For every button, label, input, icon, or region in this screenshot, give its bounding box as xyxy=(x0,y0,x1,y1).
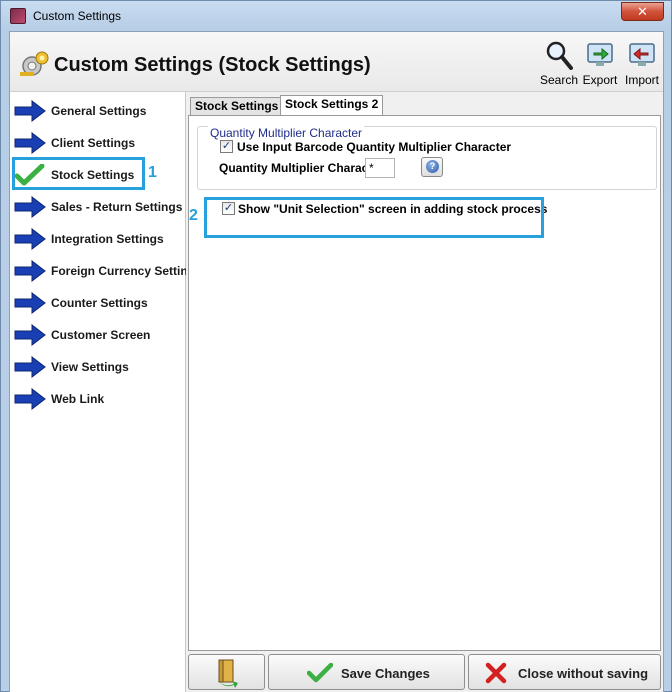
close-window-button[interactable]: ✕ xyxy=(621,2,664,21)
settings-gear-icon xyxy=(20,51,49,76)
sidebar-item-web-link[interactable]: Web Link xyxy=(10,384,186,414)
sidebar-item-general-settings[interactable]: General Settings xyxy=(10,96,186,126)
sidebar-item-counter-settings[interactable]: Counter Settings xyxy=(10,288,186,318)
arrow-icon xyxy=(14,292,46,314)
help-icon: ? xyxy=(426,160,439,173)
red-x-icon xyxy=(485,662,507,684)
exit-door-icon xyxy=(218,659,238,688)
arrow-icon xyxy=(14,260,46,282)
use-barcode-multiplier-checkbox[interactable]: ✓ xyxy=(220,140,233,153)
sidebar-item-label: Integration Settings xyxy=(51,232,164,246)
arrow-icon xyxy=(14,228,46,250)
tab-stock-settings[interactable]: Stock Settings xyxy=(190,97,284,115)
sidebar-item-client-settings[interactable]: Client Settings xyxy=(10,128,186,158)
sidebar-item-label: Counter Settings xyxy=(51,296,148,310)
monitor-import-icon xyxy=(629,43,655,66)
page-title: Custom Settings (Stock Settings) xyxy=(54,54,371,76)
search-button-label: Search xyxy=(539,73,579,87)
sidebar-item-view-settings[interactable]: View Settings xyxy=(10,352,186,382)
window-title: Custom Settings xyxy=(33,9,122,23)
close-without-saving-label: Close without saving xyxy=(518,666,649,681)
tab-panel-stock-settings-2: Quantity Multiplier Character ✓ Use Inpu… xyxy=(188,115,661,651)
annotation-number-2: 2 xyxy=(189,207,198,224)
arrow-icon xyxy=(14,196,46,218)
close-without-saving-button[interactable]: Close without saving xyxy=(468,654,661,690)
sidebar-item-label: Foreign Currency Settings xyxy=(51,264,186,278)
sidebar-item-sales-return-settings[interactable]: Sales - Return Settings xyxy=(10,192,186,222)
sidebar-item-label: Customer Screen xyxy=(51,328,151,342)
arrow-icon xyxy=(14,388,46,410)
sidebar-item-label: Sales - Return Settings xyxy=(51,200,183,214)
sidebar-item-label: View Settings xyxy=(51,360,129,374)
search-button[interactable]: Search xyxy=(539,38,579,88)
sidebar-item-label: General Settings xyxy=(51,104,147,118)
main-panel: Stock Settings Stock Settings 2 Quantity… xyxy=(188,92,663,652)
highlight-box-2 xyxy=(204,197,544,238)
qm-char-label: Quantity Multiplier Charac xyxy=(219,161,369,175)
sidebar-item-foreign-currency-settings[interactable]: Foreign Currency Settings xyxy=(10,256,186,286)
import-button[interactable]: Import xyxy=(622,38,662,88)
custom-settings-window: Custom Settings ✕ Custom Settings (Stock… xyxy=(0,0,672,692)
export-button-label: Export xyxy=(582,73,618,87)
qm-char-input[interactable]: * xyxy=(365,158,395,178)
arrow-icon xyxy=(14,100,46,122)
arrow-icon xyxy=(14,324,46,346)
arrow-icon xyxy=(14,356,46,378)
save-changes-label: Save Changes xyxy=(341,666,430,681)
save-changes-button[interactable]: Save Changes xyxy=(268,654,465,690)
sidebar-item-integration-settings[interactable]: Integration Settings xyxy=(10,224,186,254)
app-icon xyxy=(10,8,26,24)
title-bar[interactable]: Custom Settings ✕ xyxy=(1,1,671,31)
use-barcode-multiplier-label: Use Input Barcode Quantity Multiplier Ch… xyxy=(237,140,512,154)
export-button[interactable]: Export xyxy=(580,38,620,88)
header: Custom Settings (Stock Settings) Search … xyxy=(10,32,663,92)
footer-bar: Save Changes Close without saving xyxy=(188,652,663,692)
magnifier-icon xyxy=(546,41,573,70)
tab-stock-settings-2[interactable]: Stock Settings 2 xyxy=(280,95,384,116)
checkmark-icon xyxy=(307,663,333,683)
annotation-number-1: 1 xyxy=(148,164,157,181)
exit-door-button[interactable] xyxy=(188,654,265,690)
group-title: Quantity Multiplier Character xyxy=(208,126,365,140)
arrow-icon xyxy=(14,132,46,154)
sidebar-item-customer-screen[interactable]: Customer Screen xyxy=(10,320,186,350)
help-button[interactable]: ? xyxy=(421,157,443,177)
import-button-label: Import xyxy=(624,73,659,87)
highlight-box-1 xyxy=(12,157,145,190)
sidebar-item-label: Web Link xyxy=(51,392,105,406)
sidebar-item-label: Client Settings xyxy=(51,136,136,150)
client-area: Custom Settings (Stock Settings) Search … xyxy=(9,31,664,692)
monitor-export-icon xyxy=(587,43,613,66)
